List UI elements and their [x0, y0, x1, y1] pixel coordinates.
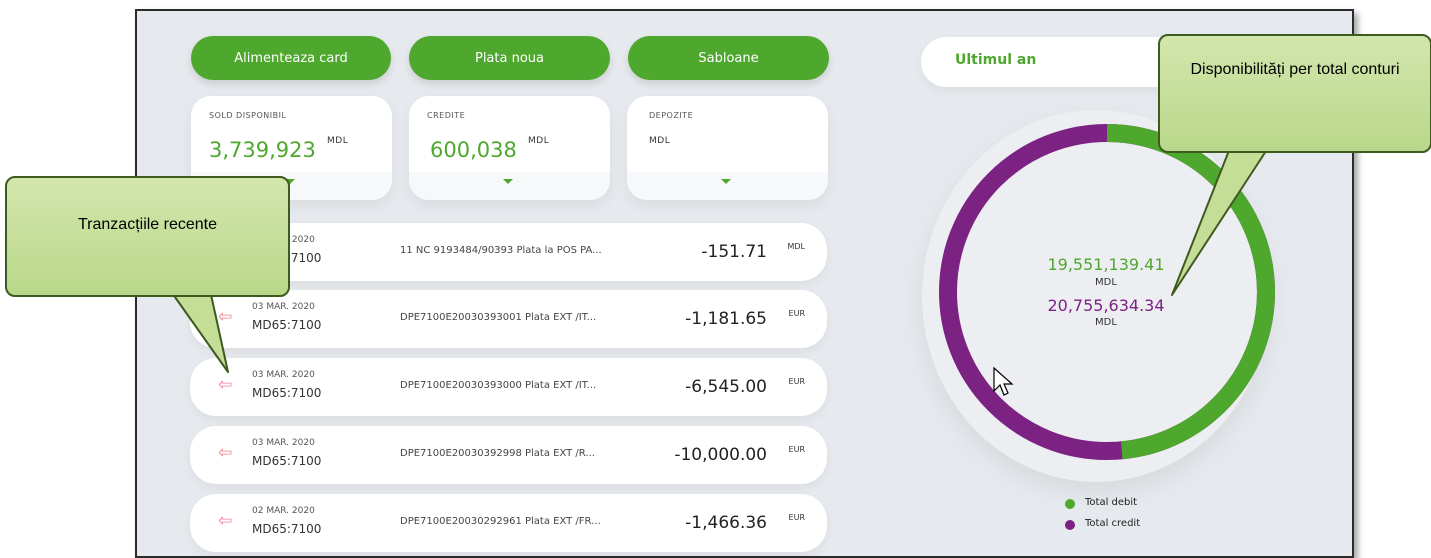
callout-availability: Disponibilități per total conturi [1158, 34, 1431, 153]
callout-availability-text: Disponibilități per total conturi [1190, 61, 1400, 78]
